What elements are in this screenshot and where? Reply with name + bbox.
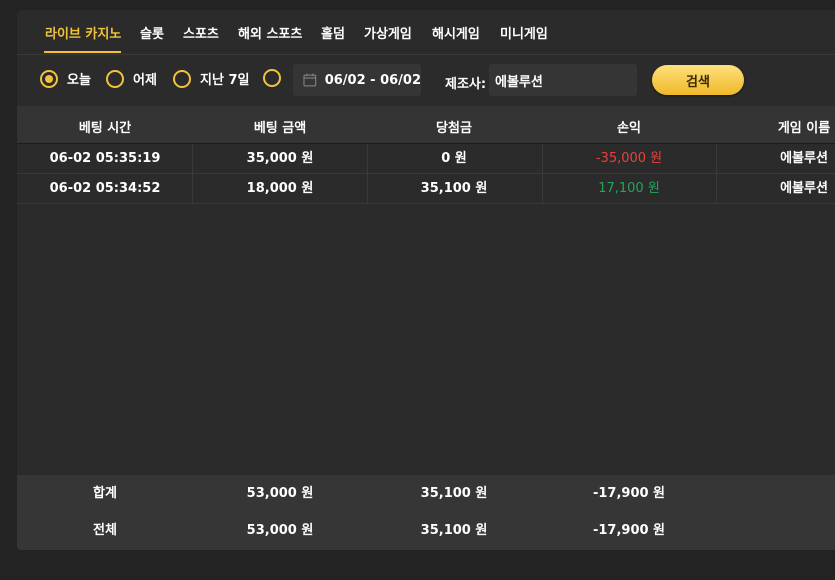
period-radio-last-7-days[interactable]: 지난 7일: [173, 69, 249, 88]
column-bet-time: 베팅 시간: [78, 121, 132, 136]
total-label: 전체: [93, 523, 117, 538]
column-profit-loss: 손익: [617, 121, 641, 136]
filter-bar: 오늘 어제 지난 7일 06/02 - 06/02 제조사: 검색: [17, 54, 835, 106]
game-category-tabs: 라이브 카지노 슬롯 스포츠 해외 스포츠 홀덤 가상게임 해시게임 미니게임: [17, 10, 835, 55]
radio-circle: [173, 69, 191, 88]
subtotal-bet-amount: 53,000 원: [246, 486, 314, 501]
bet-amount-cell: 35,000 원: [246, 151, 314, 166]
radio-circle: [106, 69, 124, 88]
tab-slot[interactable]: 슬롯: [140, 23, 164, 42]
column-bet-amount: 베팅 금액: [253, 121, 307, 136]
radio-circle-selected: [40, 69, 58, 88]
period-label-last-7-days: 지난 7일: [200, 73, 250, 88]
total-bet-amount: 53,000 원: [246, 523, 314, 538]
tab-hash-game[interactable]: 해시게임: [432, 23, 480, 42]
tab-virtual-game[interactable]: 가상게임: [364, 23, 412, 42]
manufacturer-label: 제조사:: [445, 77, 487, 92]
winnings-cell: 0 원: [441, 151, 467, 166]
tab-live-casino[interactable]: 라이브 카지노: [45, 23, 121, 42]
subtotal-row: 합계 53,000 원 35,100 원 -17,900 원: [17, 475, 835, 512]
total-profit-loss: -17,900 원: [592, 523, 666, 538]
calendar-icon: [303, 73, 317, 87]
game-name-cell: 에볼루션: [780, 151, 828, 166]
total-winnings: 35,100 원: [420, 523, 488, 538]
date-range-text: 06/02 - 06/02: [324, 72, 421, 88]
column-winnings: 당첨금: [436, 121, 472, 136]
table-footer: 합계 53,000 원 35,100 원 -17,900 원 전체 53,000…: [17, 475, 835, 550]
period-radio-custom[interactable]: [263, 69, 281, 87]
tab-overseas-sports[interactable]: 해외 스포츠: [238, 23, 302, 42]
bet-time-cell: 06-02 05:35:19: [49, 151, 161, 166]
tab-sports[interactable]: 스포츠: [183, 23, 219, 42]
game-name-cell: 에볼루션: [780, 181, 828, 196]
search-button[interactable]: 검색: [652, 65, 744, 95]
table-row: 06-02 05:35:19 35,000 원 0 원 -35,000 원 에볼…: [17, 144, 835, 174]
period-label-yesterday: 어제: [133, 73, 157, 88]
subtotal-label: 합계: [93, 486, 117, 501]
table-header: 베팅 시간 베팅 금액 당첨금 손익 게임 이름: [17, 106, 835, 144]
subtotal-winnings: 35,100 원: [420, 486, 488, 501]
table-row: 06-02 05:34:52 18,000 원 35,100 원 17,100 …: [17, 174, 835, 204]
period-label-today: 오늘: [67, 73, 91, 88]
profit-loss-cell: -35,000 원: [595, 151, 663, 166]
bet-time-cell: 06-02 05:34:52: [49, 181, 161, 196]
column-game-name: 게임 이름: [777, 121, 831, 136]
betting-history-panel: 라이브 카지노 슬롯 스포츠 해외 스포츠 홀덤 가상게임 해시게임 미니게임 …: [17, 10, 835, 550]
winnings-cell: 35,100 원: [420, 181, 488, 196]
tab-mini-game[interactable]: 미니게임: [500, 23, 548, 42]
date-range-picker[interactable]: 06/02 - 06/02: [293, 64, 421, 96]
radio-circle: [263, 69, 281, 87]
table-body: 06-02 05:35:19 35,000 원 0 원 -35,000 원 에볼…: [17, 144, 835, 204]
profit-loss-cell: 17,100 원: [598, 181, 660, 196]
active-tab-indicator: [44, 51, 121, 53]
period-radio-yesterday[interactable]: 어제: [106, 69, 157, 88]
tab-holdem[interactable]: 홀덤: [321, 23, 345, 42]
bet-amount-cell: 18,000 원: [246, 181, 314, 196]
subtotal-profit-loss: -17,900 원: [592, 486, 666, 501]
manufacturer-field[interactable]: [489, 64, 637, 96]
period-radio-today[interactable]: 오늘: [40, 69, 91, 88]
total-row: 전체 53,000 원 35,100 원 -17,900 원: [17, 512, 835, 549]
